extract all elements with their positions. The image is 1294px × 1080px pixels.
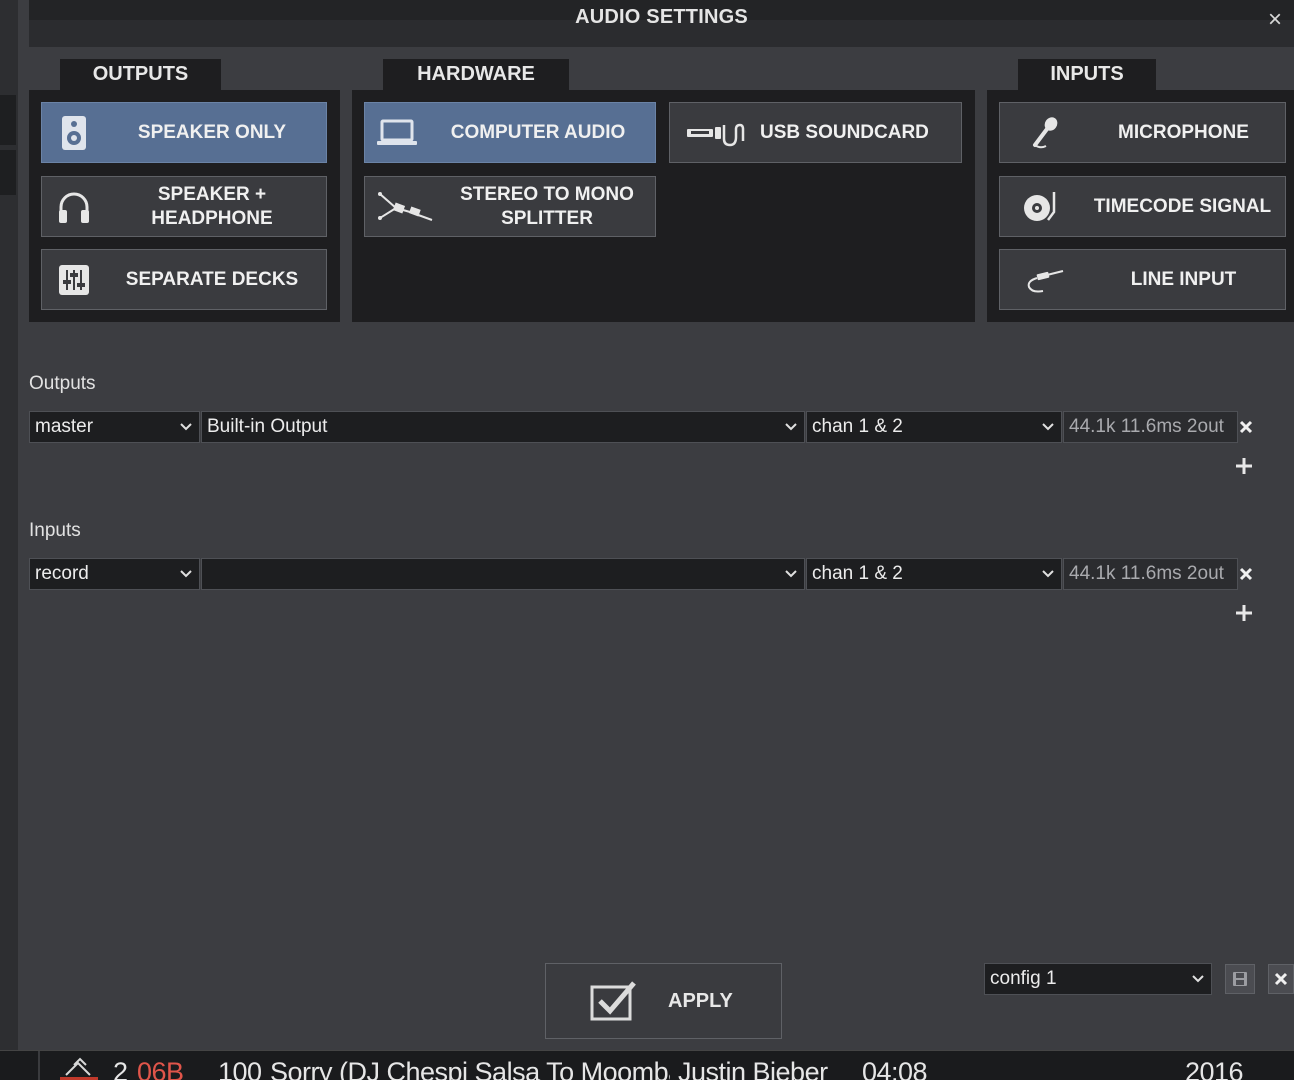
input-channels-value: chan 1 & 2 bbox=[812, 563, 903, 584]
separate-decks-label: SEPARATE DECKS bbox=[125, 268, 299, 290]
delete-config-button[interactable] bbox=[1268, 964, 1294, 994]
tab-inputs[interactable]: INPUTS bbox=[1018, 59, 1156, 91]
output-device-select[interactable]: Built-in Output bbox=[201, 411, 805, 443]
usb-soundcard-label: USB SOUNDCARD bbox=[760, 121, 929, 143]
add-input-icon[interactable] bbox=[1235, 604, 1253, 622]
track-duration: 04:08 bbox=[862, 1057, 928, 1080]
microphone-icon bbox=[1000, 116, 1090, 150]
track-key: 06B bbox=[137, 1057, 184, 1080]
strip-marker bbox=[0, 150, 16, 195]
save-config-button[interactable] bbox=[1225, 964, 1255, 994]
input-channels-select[interactable]: chan 1 & 2 bbox=[806, 558, 1062, 590]
stereo-to-mono-splitter-button[interactable]: STEREO TO MONO SPLITTER bbox=[364, 176, 656, 237]
chevron-down-icon bbox=[180, 423, 192, 431]
chevron-down-icon bbox=[785, 570, 797, 578]
laptop-icon bbox=[365, 119, 429, 147]
left-edge-strip bbox=[0, 0, 18, 1050]
microphone-button[interactable]: MICROPHONE bbox=[999, 102, 1286, 163]
line-input-button[interactable]: LINE INPUT bbox=[999, 249, 1286, 310]
track-artist: Justin Bieber bbox=[678, 1057, 828, 1080]
computer-audio-button[interactable]: COMPUTER AUDIO bbox=[364, 102, 656, 163]
output-type-select[interactable]: master bbox=[29, 411, 200, 443]
speaker-only-label: SPEAKER ONLY bbox=[137, 121, 287, 143]
output-channels-select[interactable]: chan 1 & 2 bbox=[806, 411, 1062, 443]
speaker-headphone-label: SPEAKER + HEADPHONE bbox=[151, 183, 273, 229]
speaker-icon bbox=[42, 115, 106, 151]
usb-soundcard-button[interactable]: USB SOUNDCARD bbox=[669, 102, 962, 163]
timecode-signal-button[interactable]: TIMECODE SIGNAL bbox=[999, 176, 1286, 237]
apply-button[interactable]: APPLY bbox=[545, 963, 782, 1039]
computer-audio-label: COMPUTER AUDIO bbox=[450, 121, 626, 143]
output-type-value: master bbox=[35, 416, 94, 437]
splitter-cable-icon bbox=[365, 190, 447, 224]
outputs-section-label: Outputs bbox=[29, 373, 96, 394]
track-list-bar[interactable]: 2 06B 100 Sorry (DJ Chespi Salsa To Moom… bbox=[0, 1050, 1294, 1080]
checkbox-check-icon bbox=[590, 981, 638, 1021]
track-bpm: 100 bbox=[218, 1057, 262, 1080]
input-type-select[interactable]: record bbox=[29, 558, 200, 590]
chevron-down-icon bbox=[180, 570, 192, 578]
track-year: 2016 bbox=[1185, 1057, 1244, 1080]
config-value: config 1 bbox=[990, 968, 1057, 989]
dialog-title: AUDIO SETTINGS bbox=[575, 6, 748, 28]
save-icon bbox=[1233, 972, 1247, 986]
track-title: Sorry (DJ Chespi Salsa To Moombahton - C… bbox=[270, 1057, 670, 1080]
remove-output-icon[interactable] bbox=[1238, 419, 1254, 435]
separate-decks-button[interactable]: SEPARATE DECKS bbox=[41, 249, 327, 310]
input-type-value: record bbox=[35, 563, 89, 584]
deck-number: 2 bbox=[113, 1057, 128, 1080]
config-select[interactable]: config 1 bbox=[984, 963, 1212, 995]
line-cable-icon bbox=[1000, 265, 1090, 295]
speaker-headphone-button[interactable]: SPEAKER + HEADPHONE bbox=[41, 176, 327, 237]
input-device-select[interactable] bbox=[201, 558, 805, 590]
speaker-only-button[interactable]: SPEAKER ONLY bbox=[41, 102, 327, 163]
remove-input-icon[interactable] bbox=[1238, 566, 1254, 582]
output-format-info: 44.1k 11.6ms 2out bbox=[1063, 411, 1238, 443]
microphone-label: MICROPHONE bbox=[1118, 121, 1249, 143]
chevron-down-icon bbox=[785, 423, 797, 431]
inputs-section-label: Inputs bbox=[29, 520, 81, 541]
dialog-title-bar: AUDIO SETTINGS bbox=[29, 0, 1294, 47]
timecode-signal-label: TIMECODE SIGNAL bbox=[1093, 195, 1272, 217]
add-output-icon[interactable] bbox=[1235, 457, 1253, 475]
close-dialog-button[interactable]: × bbox=[1268, 6, 1282, 34]
tab-hardware[interactable]: HARDWARE bbox=[383, 59, 569, 91]
line-input-label: LINE INPUT bbox=[1130, 268, 1237, 290]
output-channels-value: chan 1 & 2 bbox=[812, 416, 903, 437]
chevron-down-icon bbox=[1042, 570, 1054, 578]
turntable-icon bbox=[1000, 190, 1080, 224]
stereo-to-mono-label: STEREO TO MONO SPLITTER bbox=[460, 183, 634, 229]
strip-marker bbox=[0, 95, 16, 145]
apply-label: APPLY bbox=[668, 989, 733, 1012]
mixer-icon bbox=[42, 264, 106, 296]
column-divider bbox=[38, 1051, 40, 1080]
chevron-down-icon bbox=[1042, 423, 1054, 431]
chevron-down-icon bbox=[1192, 975, 1204, 983]
headphone-icon bbox=[42, 190, 106, 224]
usb-icon bbox=[670, 119, 760, 147]
close-icon bbox=[1274, 972, 1288, 986]
deck-status-icon bbox=[60, 1057, 98, 1080]
tab-outputs[interactable]: OUTPUTS bbox=[60, 59, 221, 91]
output-device-value: Built-in Output bbox=[207, 416, 328, 437]
input-format-info: 44.1k 11.6ms 2out bbox=[1063, 558, 1238, 590]
